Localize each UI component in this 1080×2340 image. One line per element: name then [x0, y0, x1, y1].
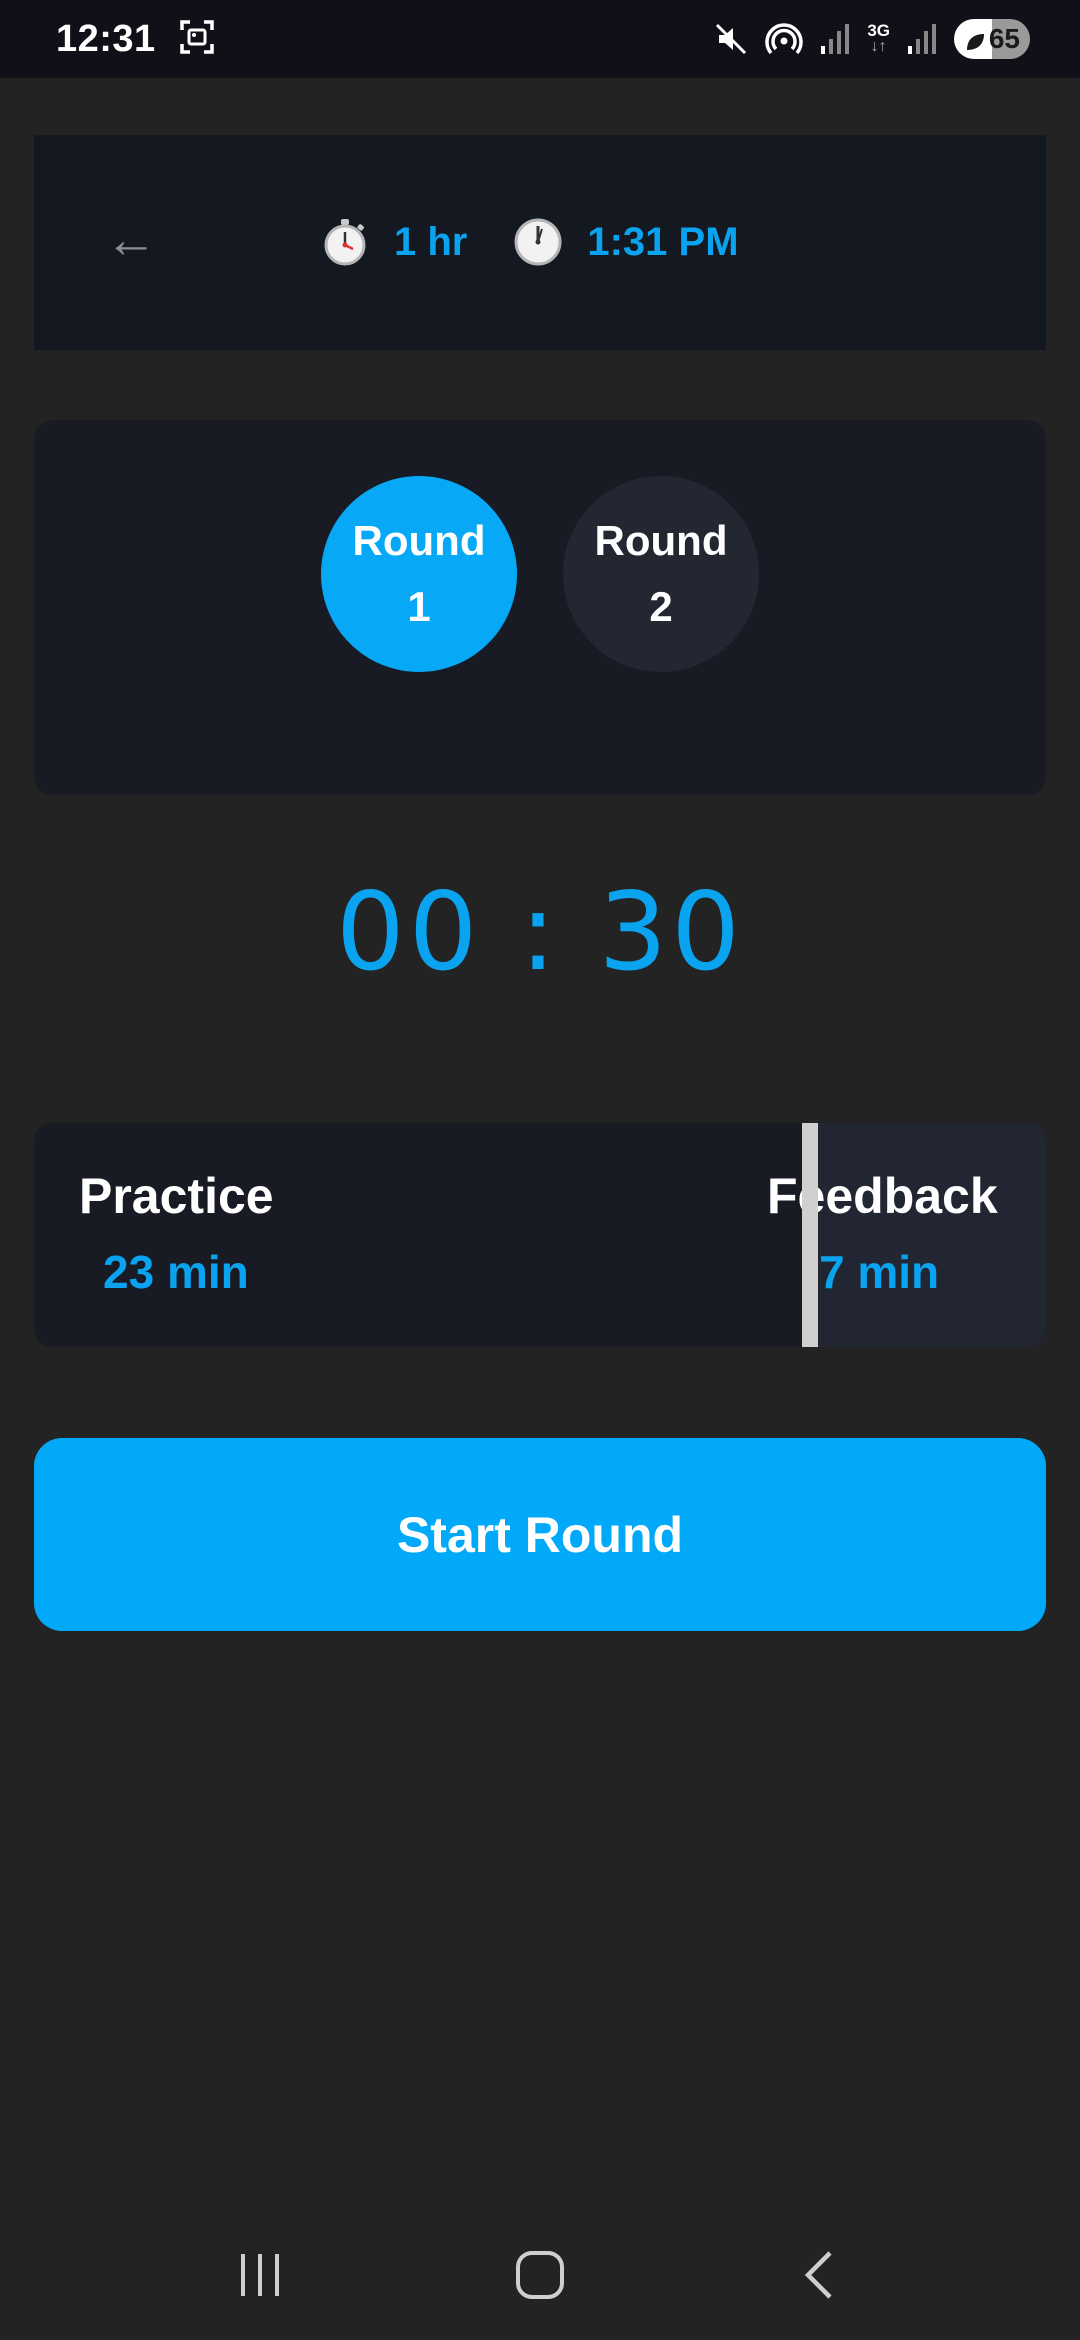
network-label: 3G [867, 21, 890, 40]
status-bar: 12:31 3G ↓↑ 65 [0, 0, 1080, 78]
network-3g-icon: 3G ↓↑ [867, 21, 890, 55]
back-nav-icon [804, 2251, 832, 2299]
screenshot-icon [178, 18, 216, 61]
round-2-number: 2 [649, 583, 673, 630]
round-selector: Round 1 Round 2 [34, 420, 1046, 795]
session-end-time-text: 1:31 PM [587, 219, 739, 264]
phase-divider-handle[interactable] [802, 1123, 818, 1347]
session-duration-text: 1 hr [394, 219, 468, 264]
stopwatch-icon [320, 217, 370, 267]
phase-split: Practice 23 min Feedback 7 min [34, 1123, 1046, 1347]
power-saving-icon [964, 28, 986, 60]
status-time: 12:31 [56, 17, 156, 60]
signal-icon [819, 22, 851, 56]
feedback-duration: 7 min [819, 1246, 940, 1298]
session-end-time: 1:31 PM [513, 217, 739, 267]
home-button[interactable] [495, 2235, 585, 2315]
session-duration: 1 hr [320, 217, 467, 267]
round-2-label: Round [594, 517, 728, 564]
signal-2-icon [906, 22, 938, 56]
battery-indicator: 65 [954, 19, 1030, 59]
session-header: ← 1 hr 1:31 PM [34, 135, 1046, 350]
recent-apps-button[interactable] [215, 2235, 305, 2315]
home-icon [516, 2251, 564, 2299]
practice-duration: 23 min [103, 1246, 249, 1298]
round-1-label: Round [352, 517, 486, 564]
back-nav-button[interactable] [775, 2235, 865, 2315]
feedback-segment [818, 1123, 1046, 1347]
round-1-button[interactable]: Round 1 [321, 476, 517, 672]
clock-icon [513, 217, 563, 267]
start-round-button[interactable]: Start Round [34, 1438, 1046, 1631]
round-1-number: 1 [407, 583, 431, 630]
session-info: 1 hr 1:31 PM [320, 217, 785, 267]
round-2-button[interactable]: Round 2 [563, 476, 759, 672]
mute-icon [713, 21, 749, 57]
system-nav-bar [0, 2210, 1080, 2340]
back-button[interactable]: ← [96, 205, 166, 275]
countdown-timer: 00 : 30 [336, 870, 744, 995]
recent-apps-icon [241, 2254, 279, 2296]
hotspot-icon [765, 20, 803, 58]
battery-level: 65 [988, 23, 1020, 54]
practice-title: Practice [79, 1168, 274, 1224]
